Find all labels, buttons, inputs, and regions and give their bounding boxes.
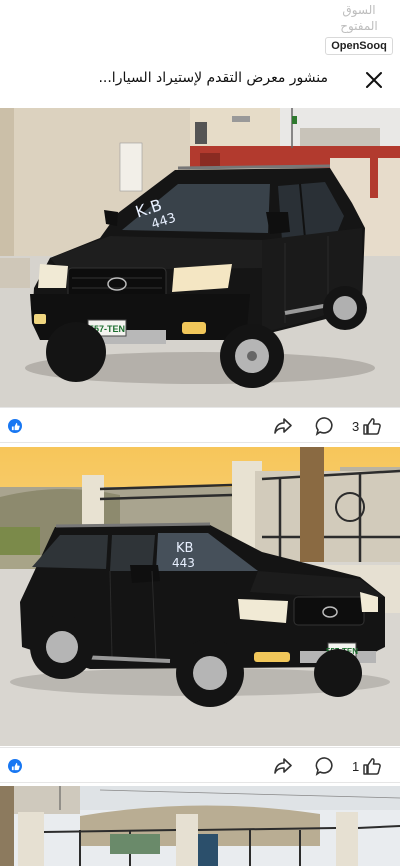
like-count: 3	[352, 419, 360, 434]
post-header: منشور معرض التقدم لإستيراد السيارا...	[0, 60, 400, 100]
car-photo-2[interactable]: KB 443 557-TEN	[0, 447, 400, 746]
car-photo-3[interactable]	[0, 786, 400, 866]
watermark-arabic: السوق المفتوح	[340, 3, 378, 33]
share-icon	[274, 418, 292, 434]
thumbs-up-icon	[363, 758, 382, 775]
share-button[interactable]	[272, 415, 294, 437]
post-2-action-bar: 1	[0, 747, 400, 783]
thumbs-up-icon	[363, 418, 382, 435]
like-count: 1	[352, 759, 360, 774]
like-reaction-icon	[8, 759, 22, 773]
comment-button[interactable]	[314, 755, 336, 777]
like-reaction-icon	[8, 419, 22, 433]
car-photo-1[interactable]: K.B 443 557-TEN	[0, 108, 400, 407]
like-button[interactable]: 3	[352, 417, 382, 436]
watermark-brand: OpenSooq	[325, 37, 393, 55]
svg-text:KB: KB	[176, 541, 193, 556]
close-button[interactable]	[360, 66, 388, 94]
close-icon	[366, 72, 382, 88]
post-title: منشور معرض التقدم لإستيراد السيارا...	[98, 70, 328, 86]
post-1-action-bar: 3	[0, 407, 400, 443]
comment-button[interactable]	[314, 415, 336, 437]
comment-icon	[315, 417, 333, 436]
comment-icon	[315, 757, 333, 776]
svg-text:443: 443	[172, 556, 195, 570]
opensooq-watermark: السوق المفتوح OpenSooq	[322, 2, 396, 55]
share-button[interactable]	[272, 755, 294, 777]
share-icon	[274, 758, 292, 774]
like-button[interactable]: 1	[352, 757, 382, 776]
car-photo-2-image: KB 443 557-TEN	[0, 447, 400, 746]
car-photo-3-image	[0, 786, 400, 866]
car-photo-1-image: K.B 443 557-TEN	[0, 108, 400, 407]
